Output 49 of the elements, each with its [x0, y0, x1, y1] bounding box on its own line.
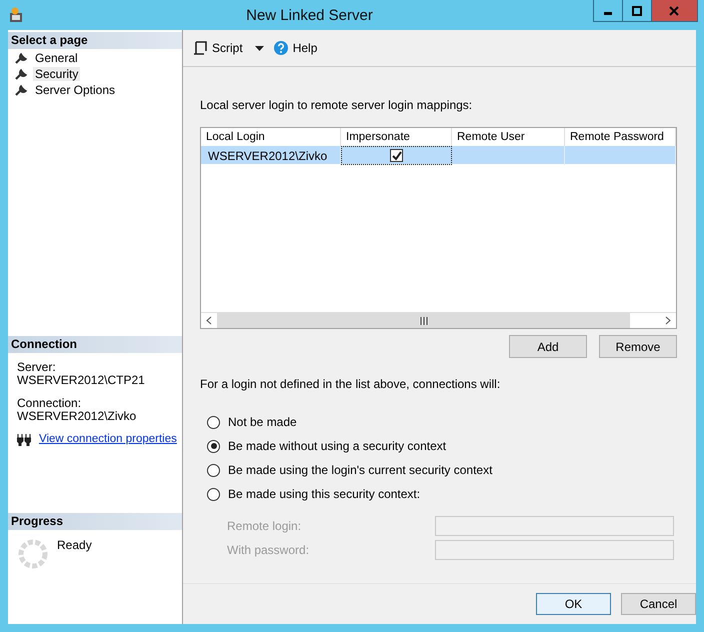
spinner-icon [17, 538, 49, 570]
close-icon [669, 6, 680, 16]
info-value: WSERVER2012\CTP21 [17, 374, 146, 387]
info-value: WSERVER2012\Zivko [17, 410, 138, 423]
dialog-button[interactable]: OK [536, 593, 611, 615]
help-button[interactable]: Help [272, 41, 320, 55]
minimize-icon [604, 12, 612, 15]
info-label: Server: [17, 361, 57, 374]
section-label: For a login not defined in the list above, connections will: [200, 377, 502, 391]
radio-label[interactable]: Be made without using a security context [228, 439, 446, 453]
radio-label[interactable]: Not be made [228, 415, 297, 429]
close-button[interactable] [650, 0, 698, 22]
grip-icon [418, 316, 428, 324]
progress-status: Ready [57, 538, 92, 552]
radio-button[interactable] [207, 440, 220, 452]
dialog-button[interactable]: Cancel [621, 593, 696, 615]
wrench-icon [15, 52, 28, 64]
radio-button[interactable] [207, 416, 220, 428]
field-label: Remote login: [227, 519, 302, 533]
info-label: Connection: [17, 397, 82, 410]
script-button[interactable]: Script [191, 41, 245, 55]
horizontal-scrollbar[interactable] [201, 312, 676, 328]
grid-action-button[interactable]: Add [509, 335, 587, 358]
scroll-icon [193, 41, 207, 55]
section-header: Select a page [8, 32, 182, 49]
page-item[interactable]: Security [33, 67, 80, 81]
page-item[interactable]: Server Options [33, 83, 118, 97]
section-label: Local server login to remote server login mappings: [200, 98, 474, 112]
window-title: New Linked Server [246, 6, 373, 24]
section-header: Connection [8, 336, 182, 353]
page-item[interactable]: General [33, 51, 80, 65]
field-label: With password: [227, 543, 310, 557]
radio-label[interactable]: Be made using this security context: [228, 487, 420, 501]
wrench-icon [15, 84, 28, 96]
impersonate-checkbox[interactable] [390, 149, 403, 162]
radio-button[interactable] [207, 488, 220, 500]
table-cell: WSERVER2012\Zivko [201, 146, 341, 165]
radio-label[interactable]: Be made using the login's current security context [228, 463, 492, 477]
minimize-button[interactable] [592, 0, 623, 22]
section-header: Progress [8, 513, 182, 530]
connection-properties-link[interactable]: View connection properties [39, 433, 177, 446]
wrench-icon [15, 68, 28, 80]
radio-button[interactable] [207, 464, 220, 476]
maximize-icon [632, 6, 642, 16]
help-icon [274, 41, 288, 55]
grid-action-button[interactable]: Remove [599, 335, 677, 358]
plug-icon [17, 434, 31, 446]
app-icon [9, 7, 25, 23]
caret-icon[interactable] [254, 46, 264, 50]
